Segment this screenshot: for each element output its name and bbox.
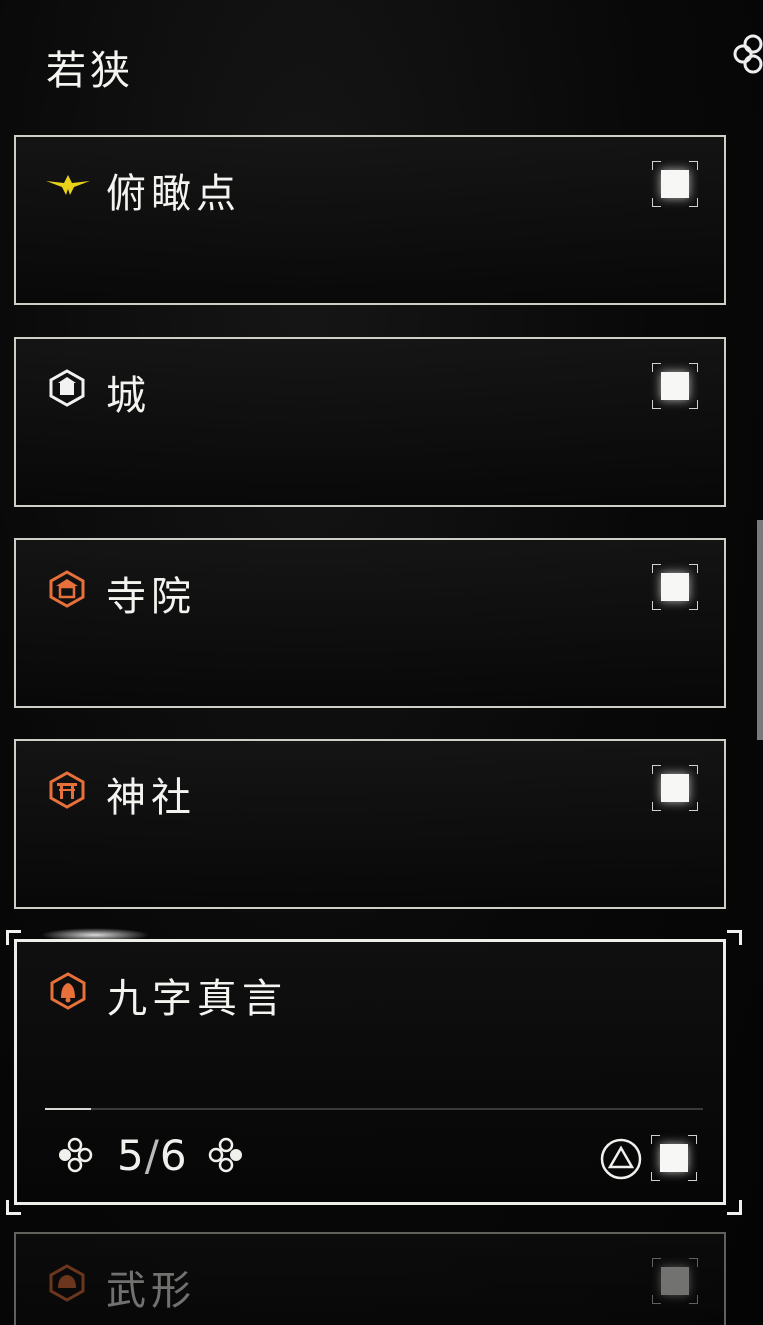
checkbox-checked	[661, 372, 689, 400]
golden-bird-icon	[46, 175, 90, 195]
filter-row-castles[interactable]: 城	[14, 337, 726, 507]
castle-icon	[49, 369, 85, 407]
map-filter-panel: 若狭 俯瞰点 城 寺院 神社 九字真言 5/6 武形	[0, 0, 763, 1325]
selection-corner	[727, 930, 742, 945]
found-count: 5	[117, 1130, 145, 1180]
region-title: 若狭	[46, 48, 134, 94]
filter-row-armor[interactable]: 武形	[14, 1232, 726, 1325]
filter-row-viewpoints[interactable]: 俯瞰点	[14, 135, 726, 305]
filter-checkbox[interactable]	[652, 363, 698, 409]
filter-label: 俯瞰点	[106, 171, 241, 217]
collection-pager: 5/6	[55, 1130, 246, 1180]
selection-corner	[6, 1200, 21, 1215]
filter-checkbox[interactable]	[652, 765, 698, 811]
helmet-icon	[49, 1264, 85, 1302]
scrollbar[interactable]	[757, 520, 763, 740]
dpad-icon	[733, 34, 763, 74]
checkbox-checked	[661, 1267, 689, 1295]
filter-row-kuji-kiri[interactable]: 九字真言 5/6	[14, 939, 726, 1205]
temple-icon	[49, 570, 85, 608]
collection-progress-fill	[45, 1108, 92, 1110]
shrine-icon	[49, 771, 85, 809]
bell-icon	[50, 972, 86, 1010]
count-separator: /	[144, 1130, 160, 1180]
selection-corner	[6, 930, 21, 945]
filter-row-temples[interactable]: 寺院	[14, 538, 726, 708]
filter-label: 九字真言	[107, 976, 287, 1022]
collection-count: 5/6	[117, 1131, 188, 1180]
checkbox-checked	[661, 170, 689, 198]
filter-row-shrines[interactable]: 神社	[14, 739, 726, 909]
filter-checkbox[interactable]	[651, 1135, 697, 1181]
filter-label: 武形	[106, 1268, 196, 1314]
total-count: 6	[159, 1130, 188, 1180]
filter-checkbox[interactable]	[652, 161, 698, 207]
dpad-right-icon[interactable]	[206, 1135, 246, 1175]
selection-corner	[727, 1200, 742, 1215]
dpad-left-icon[interactable]	[55, 1135, 95, 1175]
checkbox-checked	[661, 573, 689, 601]
checkbox-checked	[661, 774, 689, 802]
checkbox-checked	[660, 1144, 688, 1172]
filter-checkbox[interactable]	[652, 1258, 698, 1304]
filter-label: 神社	[106, 775, 196, 821]
filter-label: 城	[106, 373, 151, 419]
triangle-button-icon[interactable]	[599, 1137, 643, 1181]
collection-progress-bar	[45, 1108, 703, 1110]
filter-checkbox[interactable]	[652, 564, 698, 610]
filter-label: 寺院	[106, 574, 196, 620]
